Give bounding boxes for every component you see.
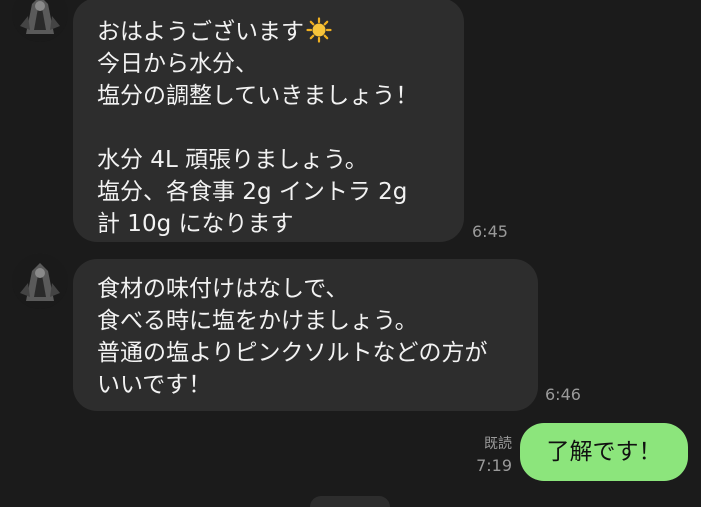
avatar-image bbox=[12, 253, 68, 309]
message-2-line-1: 食材の味付けはなしで、 bbox=[97, 276, 349, 302]
next-bubble-peek bbox=[310, 496, 390, 507]
read-receipt: 既読 bbox=[484, 436, 512, 452]
message-3-timestamp: 7:19 bbox=[476, 456, 512, 475]
message-1-timestamp: 6:45 bbox=[472, 222, 508, 241]
contact-avatar[interactable] bbox=[12, 0, 68, 42]
chat-screen: おはようございます 今日から水分、 塩分の調整していきましょう！ 水分 4L 頑… bbox=[0, 0, 701, 507]
message-2-line-3: 普通の塩よりピンクソルトなどの方が bbox=[97, 340, 488, 366]
message-bubble-1[interactable]: おはようございます 今日から水分、 塩分の調整していきましょう！ 水分 4L 頑… bbox=[73, 0, 464, 242]
message-1-line-1: おはようございます bbox=[97, 16, 440, 48]
message-bubble-2[interactable]: 食材の味付けはなしで、 食べる時に塩をかけましょう。 普通の塩よりピンクソルトな… bbox=[73, 259, 538, 411]
message-2-timestamp: 6:46 bbox=[545, 385, 581, 404]
message-2-line-2: 食べる時に塩をかけましょう。 bbox=[97, 308, 418, 334]
message-1-line-7: 計 10g になります bbox=[97, 211, 294, 237]
message-2-line-4: いいです！ bbox=[97, 372, 212, 398]
sun-emoji-icon bbox=[306, 17, 332, 43]
message-1-line-3: 塩分の調整していきましょう！ bbox=[97, 83, 419, 109]
message-bubble-3[interactable]: 了解です！ bbox=[520, 423, 688, 481]
message-1-line-5: 水分 4L 頑張りましょう。 bbox=[97, 147, 368, 173]
message-1-line-2: 今日から水分、 bbox=[97, 51, 258, 77]
contact-avatar[interactable] bbox=[12, 253, 68, 309]
message-3-text: 了解です！ bbox=[546, 439, 662, 465]
message-1-blank-line bbox=[97, 112, 440, 144]
avatar-image bbox=[12, 0, 68, 42]
message-1-line-6: 塩分、各食事 2g イントラ 2g bbox=[97, 179, 408, 205]
